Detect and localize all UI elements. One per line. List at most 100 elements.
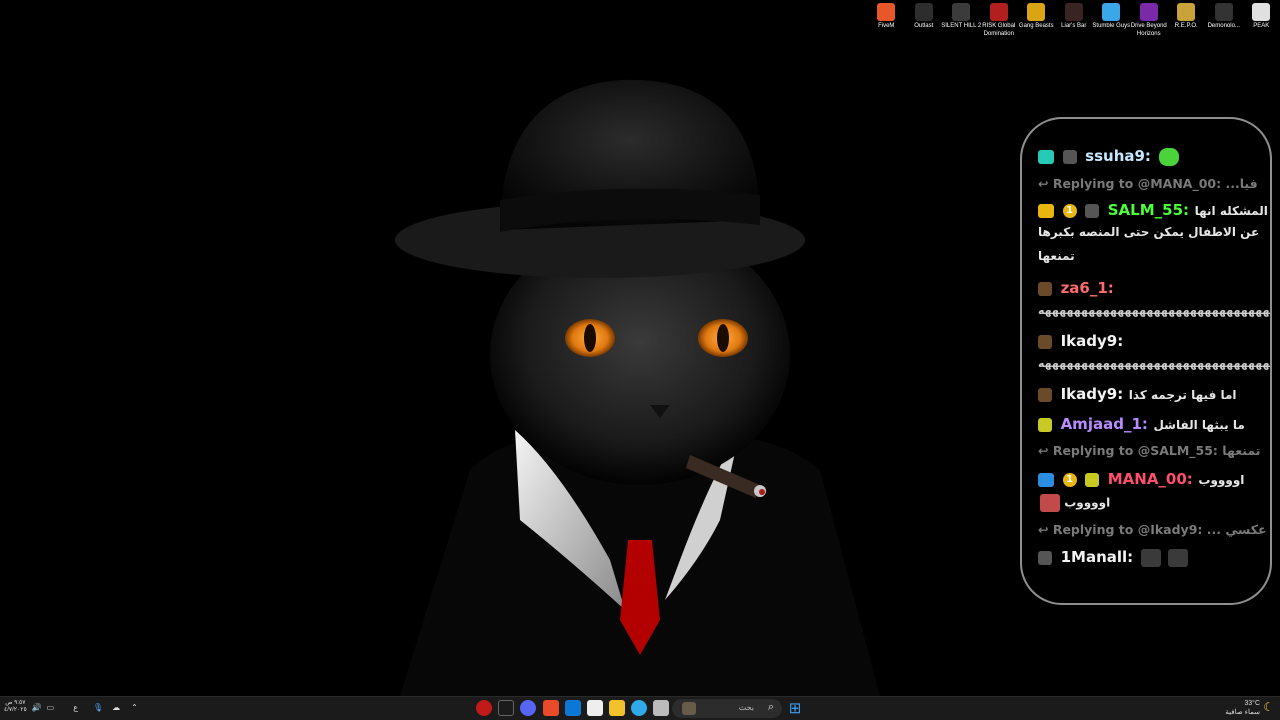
clock[interactable]: ٩:٥٧ ص ٤/٧/٢٠٢٥	[4, 700, 27, 714]
chat-message: za6_1:	[1038, 278, 1270, 297]
speaker-icon[interactable]: 🔊	[32, 703, 42, 712]
desktop-icon-row: FiveM Outlast SILENT HILL 2 RISK Global Dom…	[868, 2, 1280, 46]
search-placeholder: بحث	[738, 703, 754, 712]
app-icon	[952, 3, 971, 21]
chat-message: 1 MANA_00: اووووب	[1038, 469, 1270, 488]
app-icon	[1064, 3, 1083, 21]
app-icon	[1102, 3, 1121, 21]
reply-line: ↩ Replying to @SALM_55: تمنعها	[1038, 443, 1270, 458]
chat-username: ssuha9:	[1085, 147, 1151, 165]
chat-username: Amjaad_1:	[1060, 415, 1148, 433]
wave-icon	[1038, 281, 1052, 296]
arrow-badge-icon	[1038, 472, 1054, 487]
reply-arrow-icon: ↩	[1038, 176, 1053, 191]
desktop-icon[interactable]: Outlast	[905, 2, 943, 46]
app-icon	[914, 3, 933, 21]
weather-widget[interactable]: 33°C سماء صافية	[1225, 699, 1260, 717]
discord-icon[interactable]	[520, 700, 536, 716]
reply-text: Replying to @SALM_55: تمنعها	[1052, 443, 1261, 458]
desktop-icon[interactable]: Gang Beasts	[1018, 2, 1056, 46]
chat-message: 1Manall:	[1038, 547, 1270, 567]
wave-icon	[1038, 387, 1052, 402]
chat-text-continuation: اووووب	[1038, 494, 1270, 512]
desktop-icon[interactable]: FiveM	[868, 2, 906, 46]
emote-icon	[1168, 548, 1189, 567]
chat-text: اووووب	[1064, 495, 1111, 510]
clock-time: ٩:٥٧ ص	[5, 700, 26, 706]
weather-desc: سماء صافية	[1225, 709, 1260, 716]
desktop-icon[interactable]: Drive Beyond Horizons	[1130, 2, 1168, 46]
taskbar: ٩:٥٧ ص ٤/٧/٢٠٢٥ 🔊 ▭ ع 🎙 ☁ ⌃ بحث ⌕ ⊞ 33°C…	[0, 696, 1280, 720]
chat-message: ssuha9:	[1038, 146, 1270, 166]
copilot-icon[interactable]	[631, 700, 647, 716]
clock-date: ٤/٧/٢٠٢٥	[4, 707, 27, 713]
reply-arrow-icon: ↩	[1038, 443, 1053, 458]
emote-icon	[1158, 147, 1179, 166]
badge-icon	[1038, 149, 1054, 164]
chat-text: اووووب	[1198, 473, 1245, 487]
taskbar-app-icon[interactable]	[498, 700, 514, 716]
chat-text: ههههههههههههههههههههههههههههههههههه	[1038, 357, 1270, 370]
level-icon: 1	[1062, 472, 1077, 487]
live-chat-overlay: ssuha9: ↩ Replying to @MANA_00: ...فيا 1…	[1020, 117, 1272, 605]
chat-username: Ikady9:	[1060, 332, 1124, 350]
chat-text-continuation: عن الاطفال يمكن حتى المنصه بكبرها	[1038, 225, 1260, 239]
app-icon	[1214, 3, 1233, 21]
wave-icon	[1038, 550, 1052, 565]
desktop-icon[interactable]: Stumble Guys	[1092, 2, 1130, 46]
crown-icon	[1038, 203, 1054, 218]
wave-icon	[1085, 472, 1100, 487]
app-icon	[1139, 3, 1158, 21]
chat-message: Ikady9: اما فيها ترجمه كذا	[1038, 384, 1270, 403]
desktop-icon[interactable]: R.E.P.O.	[1168, 2, 1206, 46]
wave-icon	[1062, 149, 1077, 164]
app-icon	[989, 3, 1008, 21]
network-icon[interactable]: ▭	[47, 703, 55, 712]
reply-arrow-icon: ↩	[1038, 522, 1053, 537]
chevron-up-icon[interactable]: ⌃	[131, 703, 138, 712]
brave-icon[interactable]	[543, 700, 559, 716]
emote-icon	[1140, 548, 1161, 567]
emote-icon	[1040, 494, 1060, 512]
chat-text: ما يبثها الفاشل	[1153, 418, 1245, 432]
file-explorer-icon[interactable]	[609, 700, 625, 716]
chat-message: Ikady9:	[1038, 331, 1270, 350]
onedrive-icon[interactable]: ☁	[112, 703, 120, 712]
search-highlight-icon	[682, 702, 696, 715]
chat-message: 1 SALM_55: المشكله انها	[1038, 200, 1270, 219]
desktop-icon[interactable]: PEAK	[1243, 2, 1280, 46]
chat-username: Ikady9:	[1060, 385, 1124, 403]
wave-icon	[1038, 334, 1052, 349]
microphone-icon[interactable]: 🎙	[93, 703, 103, 712]
store-icon[interactable]	[587, 700, 603, 716]
desktop-icon[interactable]: Liar's Bar	[1055, 2, 1093, 46]
chat-username: 1Manall:	[1060, 548, 1134, 566]
app-icon	[1177, 3, 1196, 21]
chat-username: za6_1:	[1060, 279, 1114, 297]
desktop-icon[interactable]: SILENT HILL 2	[941, 2, 981, 46]
outlook-icon[interactable]	[565, 700, 581, 716]
desktop-icon[interactable]: RISK Global Domination	[980, 2, 1018, 46]
desktop-icon-label: PEAK	[1253, 23, 1270, 29]
search-box[interactable]: بحث ⌕	[672, 699, 782, 718]
weather-temp: 33°C	[1244, 700, 1260, 707]
app-icon	[1252, 3, 1271, 21]
reply-line: ↩ Replying to @Ikady9: ... عكسي	[1038, 522, 1270, 537]
app-icon	[877, 3, 896, 21]
chat-username: MANA_00:	[1107, 470, 1193, 488]
chat-message: Amjaad_1: ما يبثها الفاشل	[1038, 414, 1270, 433]
chat-text: ههههههههههههههههههههههههههههههههههه	[1038, 304, 1270, 317]
start-button[interactable]: ⊞	[787, 700, 803, 717]
chat-text: المشكله انها	[1194, 204, 1268, 218]
reply-text: Replying to @MANA_00: ...فيا	[1052, 176, 1258, 191]
wave-icon	[1038, 417, 1052, 432]
desktop-icon[interactable]: Demonolo...	[1205, 2, 1243, 46]
chat-username: SALM_55:	[1107, 201, 1190, 219]
moon-icon: ☾	[1263, 700, 1274, 714]
language-indicator[interactable]: ع	[73, 703, 78, 712]
search-icon: ⌕	[767, 701, 774, 713]
system-tray: ٩:٥٧ ص ٤/٧/٢٠٢٥ 🔊 ▭ ع 🎙 ☁ ⌃	[4, 700, 138, 714]
app-icon	[1027, 3, 1046, 21]
task-view-icon[interactable]	[653, 700, 669, 716]
taskbar-app-icon[interactable]	[476, 700, 492, 716]
